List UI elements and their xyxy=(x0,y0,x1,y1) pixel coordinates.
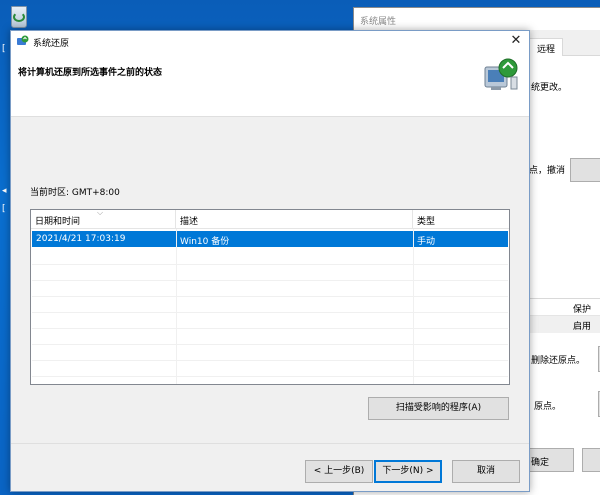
desktop-icon-fragment[interactable]: [ xyxy=(2,44,6,54)
grid-line xyxy=(32,360,508,361)
column-header-type[interactable]: 类型 xyxy=(413,210,509,229)
next-button[interactable]: 下一步(N) > xyxy=(374,460,442,483)
create-description: 原点。 xyxy=(534,402,562,412)
tab-remote[interactable]: 远程 xyxy=(529,38,564,56)
grid-line xyxy=(32,264,508,265)
back-button[interactable]: < 上一步(B) xyxy=(305,460,373,483)
table-row[interactable]: 2021/4/21 17:03:19 Win10 备份 手动 xyxy=(32,231,508,247)
grid-line xyxy=(413,229,414,384)
row-date: 2021/4/21 17:03:19 xyxy=(36,234,126,244)
cancel-button-back[interactable] xyxy=(582,448,600,472)
sort-caret-icon: ⌵ xyxy=(97,209,104,217)
protection-description: 统更改。 xyxy=(531,83,568,93)
grid-line xyxy=(32,280,508,281)
system-restore-icon xyxy=(17,35,29,45)
page-heading: 将计算机还原到所选事件之前的状态 xyxy=(18,68,163,78)
close-icon[interactable]: ✕ xyxy=(503,31,529,52)
list-header: 保护 xyxy=(529,299,600,316)
configure-description: 删除还原点。 xyxy=(531,356,586,366)
system-restore-dialog: 系统还原 ✕ 将计算机还原到所选事件之前的状态 当前时区: GMT+8:00 日… xyxy=(10,30,530,492)
grid-line xyxy=(32,344,508,345)
restore-points-table[interactable]: 日期和时间 ⌵ 描述 类型 2021/4/21 17:03:19 Win10 备… xyxy=(30,209,510,385)
system-restore-button[interactable] xyxy=(570,158,600,182)
system-restore-logo-icon xyxy=(484,58,518,90)
desktop-icon-fragment[interactable]: ◂ xyxy=(2,186,7,196)
cancel-button[interactable]: 取消 xyxy=(452,460,520,483)
grid-line xyxy=(32,296,508,297)
timezone-label: 当前时区: GMT+8:00 xyxy=(30,188,120,198)
footer-divider xyxy=(11,443,529,444)
table-header: 日期和时间 ⌵ 描述 类型 xyxy=(31,210,509,229)
ok-button[interactable]: 确定 xyxy=(524,448,574,472)
column-header-date[interactable]: 日期和时间 ⌵ xyxy=(31,210,176,229)
protection-list[interactable]: 保护 启用 xyxy=(529,298,600,348)
row-description: Win10 备份 xyxy=(180,237,230,247)
title-bar: 系统还原 ✕ xyxy=(11,31,529,52)
dialog-title: 系统还原 xyxy=(33,39,70,49)
column-header-description[interactable]: 描述 xyxy=(176,210,413,229)
row-type: 手动 xyxy=(417,237,436,247)
window-title: 系统属性 xyxy=(354,8,600,30)
grid-line xyxy=(32,328,508,329)
grid-line xyxy=(176,229,177,384)
restore-description: 点，撤消 xyxy=(529,166,566,176)
scan-affected-programs-button[interactable]: 扫描受影响的程序(A) xyxy=(368,397,509,420)
grid-line xyxy=(32,312,508,313)
list-item[interactable]: 启用 xyxy=(529,316,600,333)
dialog-header: 将计算机还原到所选事件之前的状态 xyxy=(11,52,529,117)
grid-line xyxy=(32,376,508,377)
desktop-icon-fragment[interactable]: [ xyxy=(2,204,6,214)
